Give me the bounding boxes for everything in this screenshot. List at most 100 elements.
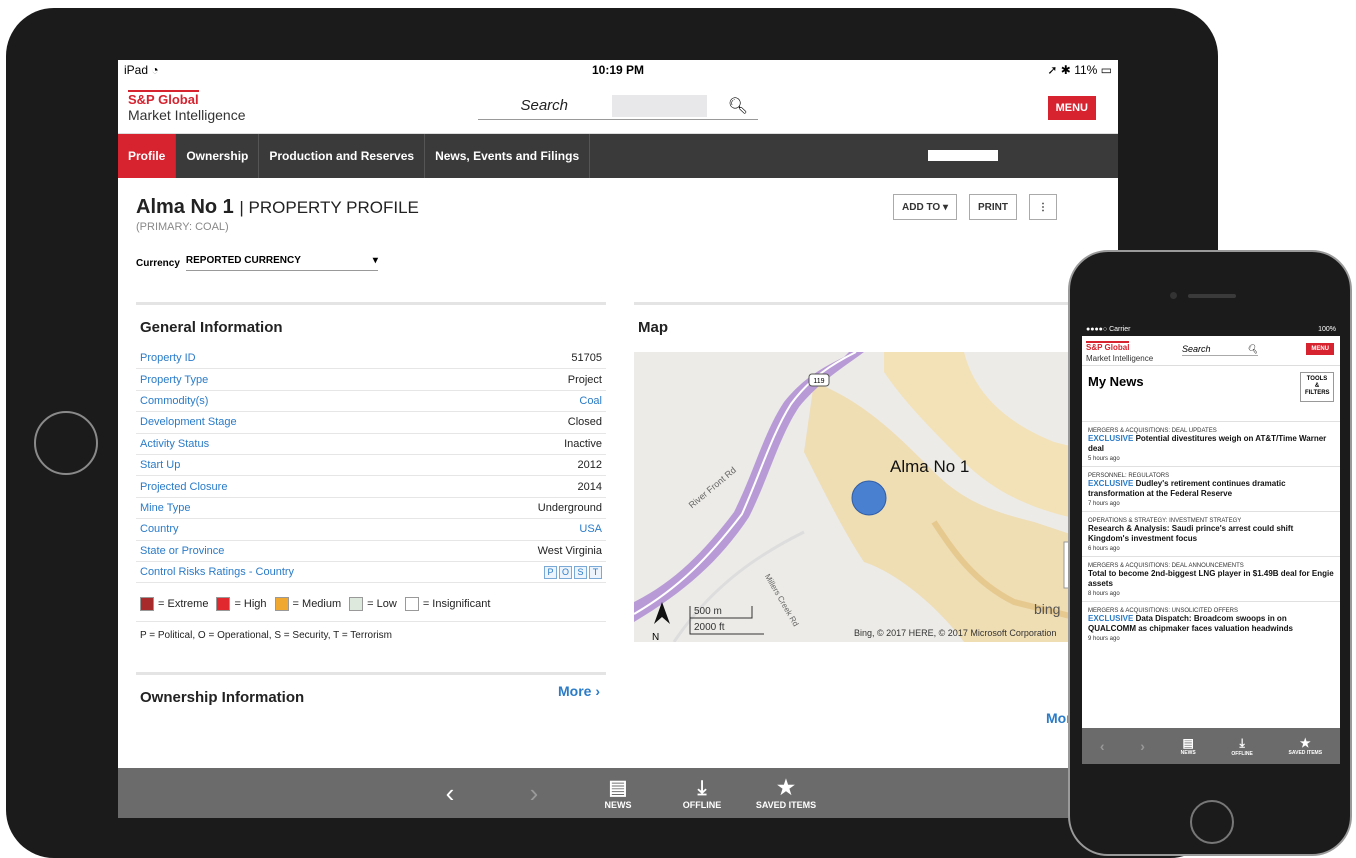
news-headline[interactable]: EXCLUSIVE Potential divestitures weigh o… — [1088, 434, 1334, 454]
tab-production-reserves[interactable]: Production and Reserves — [259, 134, 426, 178]
phone-status-bar: ●●●●○ Carrier 100% — [1082, 324, 1340, 336]
phone-search-bar[interactable]: Search 🔍︎ — [1182, 344, 1258, 356]
info-value[interactable]: Coal — [579, 395, 602, 407]
search-input[interactable] — [612, 94, 707, 117]
scale-meters: 500 m — [694, 606, 722, 617]
property-name: Alma No 1 — [136, 196, 234, 218]
search-bar[interactable]: Search 🔍︎ — [478, 92, 758, 120]
info-key[interactable]: Commodity(s) — [140, 395, 208, 407]
legend-swatch — [140, 597, 154, 612]
app-header: S&P Global Market Intelligence Search 🔍︎… — [118, 80, 1118, 134]
phone-saved-items-button[interactable]: ★ SAVED ITEMS — [1289, 736, 1323, 756]
tools-filters-button[interactable]: TOOLS & FILTERS — [1300, 372, 1334, 402]
info-key[interactable]: Country — [140, 523, 179, 535]
phone-offline-button[interactable]: ⤓ OFFLINE — [1231, 736, 1252, 757]
exclusive-badge: EXCLUSIVE — [1088, 479, 1134, 488]
back-chevron-icon[interactable]: ‹ — [1100, 738, 1105, 754]
phone-news-button[interactable]: ▤ NEWS — [1181, 736, 1196, 756]
info-key[interactable]: Projected Closure — [140, 481, 227, 493]
map-view[interactable]: 119 River Front Rd Millers Creek Rd Alma… — [634, 352, 1094, 642]
info-row: Control Risks Ratings - Country P O S T — [136, 562, 606, 584]
news-timestamp: 7 hours ago — [1088, 501, 1120, 507]
news-list: MERGERS & ACQUISITIONS: DEAL UPDATES EXCL… — [1082, 421, 1340, 646]
phone-bottom-toolbar: ‹ › ▤ NEWS ⤓ OFFLINE ★ SAVED ITEMS — [1082, 728, 1340, 764]
forward-chevron-icon[interactable]: › — [1140, 738, 1145, 754]
ownership-title: Ownership Information — [140, 689, 305, 706]
news-icon: ▤ — [1182, 736, 1194, 750]
news-item[interactable]: OPERATIONS & STRATEGY: INVESTMENT STRATE… — [1082, 511, 1340, 556]
search-label: Search — [520, 97, 568, 114]
news-headline[interactable]: EXCLUSIVE Data Dispatch: Broadcom swoops… — [1088, 614, 1334, 634]
info-key[interactable]: Property ID — [140, 352, 196, 364]
news-item[interactable]: MERGERS & ACQUISITIONS: DEAL UPDATES EXCL… — [1082, 421, 1340, 466]
info-key[interactable]: Development Stage — [140, 416, 237, 428]
news-button[interactable]: ▤ NEWS — [576, 776, 660, 810]
more-options-icon[interactable]: ⋮ — [1028, 194, 1057, 220]
news-timestamp: 9 hours ago — [1088, 636, 1120, 642]
info-key[interactable]: State or Province — [140, 545, 224, 557]
news-headline[interactable]: Total to become 2nd-biggest LNG player i… — [1088, 569, 1334, 589]
search-icon[interactable]: 🔍︎ — [728, 96, 748, 116]
currency-selector: Currency REPORTED CURRENCY ▾ — [136, 255, 1100, 271]
info-value: 51705 — [571, 352, 602, 365]
action-buttons: ADD TO ▾ PRINT ⋮ — [893, 194, 1057, 220]
news-headline[interactable]: Research & Analysis: Saudi prince's arre… — [1088, 524, 1334, 544]
risk-box[interactable]: P — [544, 565, 557, 579]
risk-box[interactable]: S — [574, 565, 587, 579]
back-chevron-icon[interactable]: ‹ — [408, 778, 492, 809]
news-headline[interactable]: EXCLUSIVE Dudley's retirement continues … — [1088, 479, 1334, 499]
info-row: Development Stage Closed — [136, 412, 606, 434]
risk-box[interactable]: T — [589, 565, 602, 579]
north-label: N — [652, 632, 659, 642]
map-title: Map — [638, 319, 668, 336]
offline-button[interactable]: ⤓ OFFLINE — [660, 776, 744, 810]
news-item[interactable]: MERGERS & ACQUISITIONS: UNSOLICITED OFFE… — [1082, 601, 1340, 646]
info-key[interactable]: Property Type — [140, 374, 208, 386]
tab-profile[interactable]: Profile — [118, 134, 177, 178]
info-key[interactable]: Start Up — [140, 459, 180, 471]
phone-brand-logo[interactable]: S&P Global Market Intelligence — [1086, 337, 1153, 363]
redacted-bar — [928, 150, 998, 161]
info-value[interactable]: USA — [579, 523, 602, 535]
tab-ownership[interactable]: Ownership — [176, 134, 260, 178]
print-button[interactable]: PRINT — [968, 194, 1017, 220]
info-row: Property Type Project — [136, 369, 606, 391]
info-value: Project — [567, 373, 602, 386]
info-row: Projected Closure 2014 — [136, 476, 606, 498]
home-button[interactable] — [34, 411, 98, 475]
risk-box[interactable]: O — [559, 565, 572, 579]
search-icon[interactable]: 🔍︎ — [1247, 344, 1258, 355]
ownership-more-link[interactable]: More › — [558, 683, 600, 699]
news-item[interactable]: MERGERS & ACQUISITIONS: DEAL ANNOUNCEMEN… — [1082, 556, 1340, 601]
add-to-button[interactable]: ADD TO ▾ — [893, 194, 957, 220]
ipad-frame: iPad ◔ 10:19 PM ➚ ✱ 11% ▭ S&P Global Mar… — [6, 8, 1218, 858]
news-item[interactable]: PERSONNEL: REGULATORS EXCLUSIVE Dudley's … — [1082, 466, 1340, 511]
general-information-title: General Information — [140, 319, 283, 336]
info-key[interactable]: Control Risks Ratings - Country — [140, 566, 294, 578]
info-key[interactable]: Activity Status — [140, 438, 209, 450]
property-marker[interactable] — [851, 480, 887, 516]
currency-dropdown[interactable]: REPORTED CURRENCY ▾ — [185, 255, 378, 271]
risk-note: P = Political, O = Operational, S = Secu… — [136, 621, 606, 649]
info-value: Underground — [537, 501, 602, 514]
menu-button[interactable]: MENU — [1047, 96, 1096, 120]
ownership-panel: Ownership Information More › — [136, 672, 606, 724]
saved-items-button[interactable]: ★ SAVED ITEMS — [744, 776, 828, 810]
tab-news-events-filings[interactable]: News, Events and Filings — [425, 134, 591, 178]
risk-legend: = Extreme = High = Medium = Low = Insignific… — [136, 597, 606, 612]
forward-chevron-icon[interactable]: › — [492, 778, 576, 809]
bottom-toolbar: ‹ › ▤ NEWS ⤓ OFFLINE ★ SAVED ITEMS — [118, 768, 1118, 818]
phone-header: S&P Global Market Intelligence Search 🔍︎ … — [1082, 336, 1340, 366]
brand-logo[interactable]: S&P Global Market Intelligence — [128, 89, 246, 124]
tablet-screen: iPad ◔ 10:19 PM ➚ ✱ 11% ▭ S&P Global Mar… — [118, 60, 1118, 818]
phone-home-button[interactable] — [1190, 800, 1234, 844]
legend-swatch — [274, 597, 289, 612]
offline-icon: ⤓ — [697, 777, 707, 799]
legend-swatch — [216, 597, 231, 612]
info-key[interactable]: Mine Type — [140, 502, 191, 514]
info-value: West Virginia — [537, 544, 602, 557]
phone-menu-button[interactable]: MENU — [1306, 343, 1334, 355]
profile-content: Alma No 1 | PROPERTY PROFILE (PRIMARY: C… — [118, 178, 1118, 271]
speaker-grille — [1188, 294, 1236, 298]
page-title-suffix: | PROPERTY PROFILE — [239, 198, 419, 217]
